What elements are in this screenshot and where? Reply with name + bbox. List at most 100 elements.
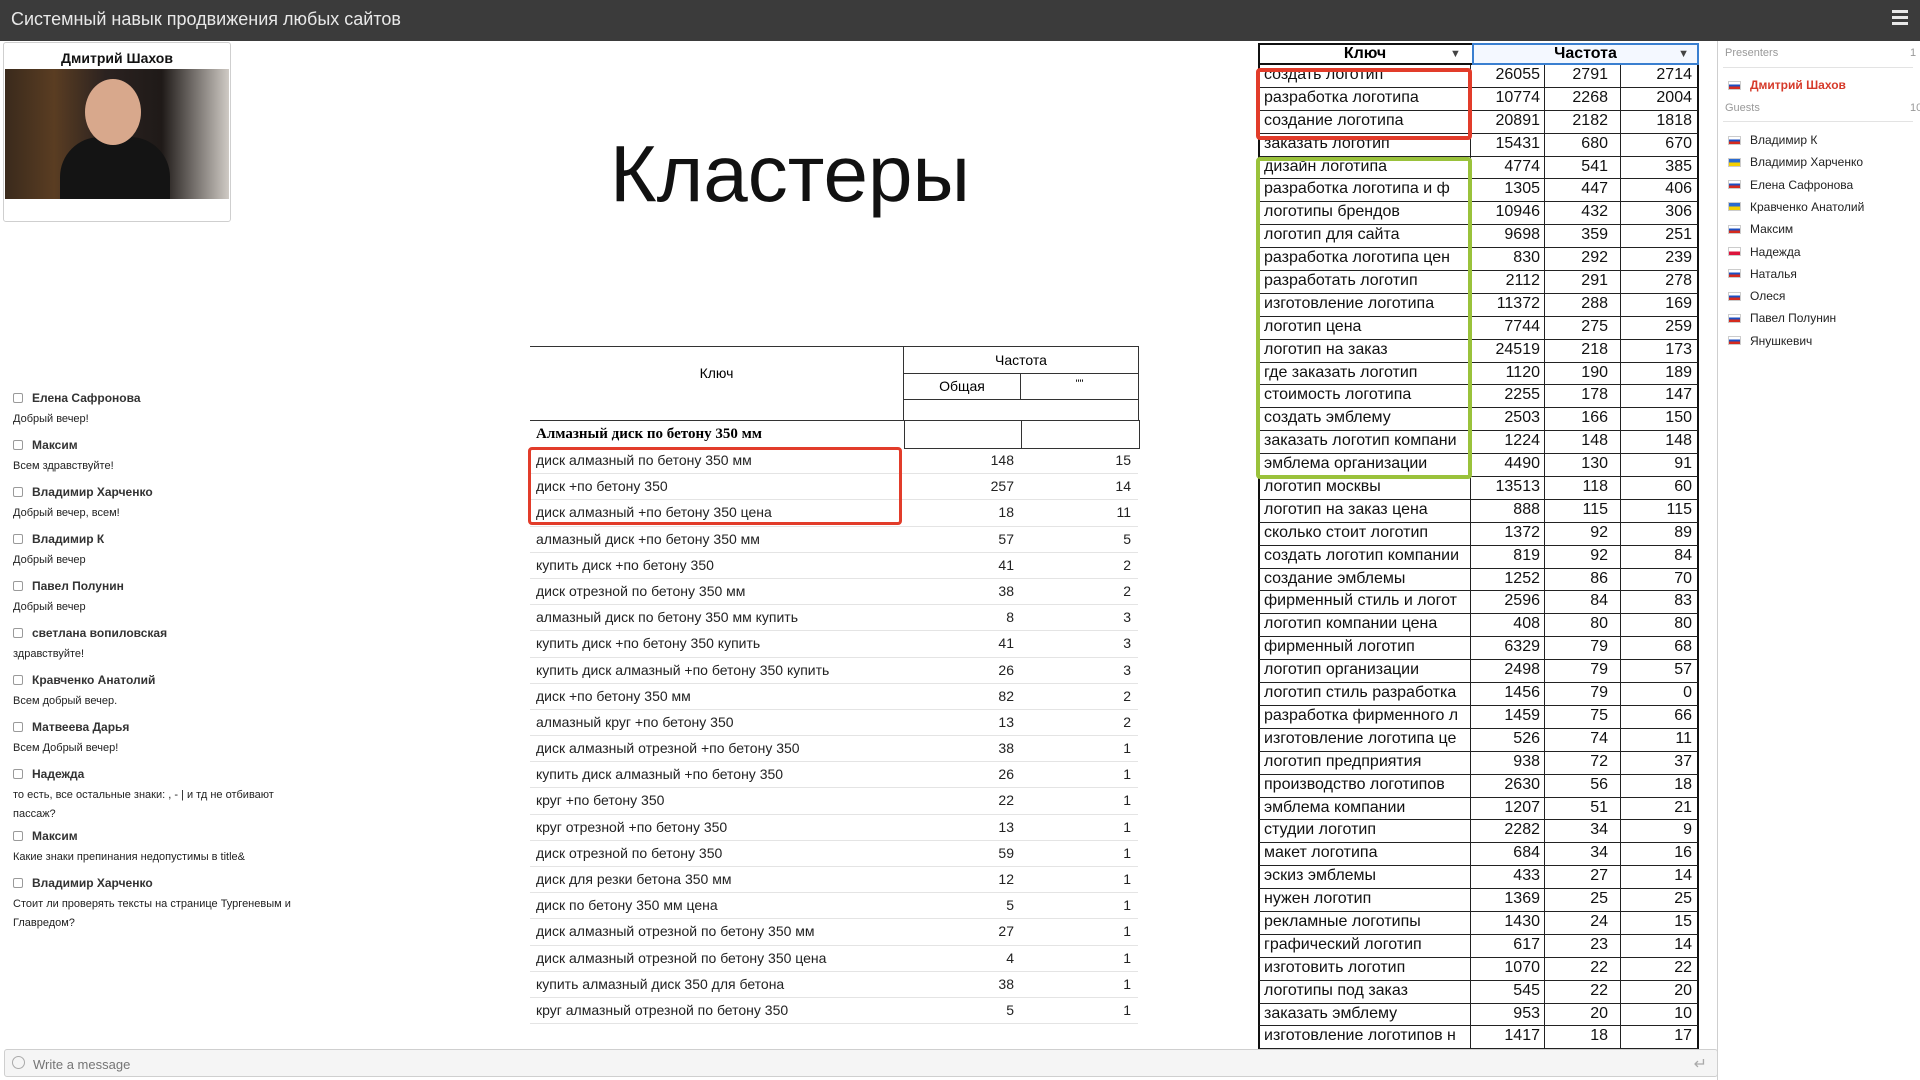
keyword-cell: производство логотипов xyxy=(1264,775,1445,793)
chat-author-name: Елена Сафронова xyxy=(32,391,141,405)
freq-cell: 169 xyxy=(1665,294,1692,312)
chat-author-name: светлана вопиловская xyxy=(32,626,168,640)
table-row: эскиз эмблемы 433 27 14 xyxy=(1258,866,1699,890)
chat-user-icon xyxy=(13,831,23,841)
emoji-icon[interactable] xyxy=(12,1056,25,1069)
cell-border xyxy=(1544,728,1545,751)
exact-freq-cell: 1 xyxy=(1123,740,1131,757)
table-row: рекламные логотипы 1430 24 15 xyxy=(1258,911,1699,935)
freq-cell: 20 xyxy=(1674,981,1692,999)
table-row: фирменный стиль и логот 2596 84 83 xyxy=(1258,591,1699,615)
freq-cell: 74 xyxy=(1590,729,1608,747)
freq-cell: 888 xyxy=(1513,500,1540,518)
table-row: диск для резки бетона 350 мм 12 1 xyxy=(530,867,1138,894)
freq-cell: 23 xyxy=(1590,935,1608,953)
freq-cell: 66 xyxy=(1674,706,1692,724)
table-row: купить алмазный диск 350 для бетона 38 1 xyxy=(530,972,1138,998)
freq-cell: 150 xyxy=(1665,409,1692,427)
total-freq-cell: 4 xyxy=(1006,949,1014,966)
freq-cell: 1372 xyxy=(1504,523,1540,541)
filter-icon[interactable]: ▼ xyxy=(1450,48,1461,60)
freq-cell: 2791 xyxy=(1572,66,1608,83)
total-freq-cell: 38 xyxy=(998,582,1014,599)
participant-item[interactable]: Янушкевич xyxy=(1728,333,1812,349)
freq-cell: 9698 xyxy=(1504,226,1540,244)
send-icon[interactable]: ↵ xyxy=(1694,1054,1707,1074)
exact-freq-cell: 2 xyxy=(1123,556,1131,573)
freq-cell: 57 xyxy=(1674,661,1692,679)
participants-panel: Presenters 1 Guests 10 Дмитрий Шахов Влад… xyxy=(1717,41,1920,1080)
cell-border xyxy=(1544,202,1545,225)
total-freq-cell: 26 xyxy=(998,661,1014,678)
freq-cell: 20 xyxy=(1590,1004,1608,1022)
freq-cell: 2503 xyxy=(1504,409,1540,427)
cell-border xyxy=(1544,797,1545,820)
freq-cell: 2255 xyxy=(1504,386,1540,404)
freq-cell: 68 xyxy=(1674,638,1692,656)
participant-item[interactable]: Елена Сафронова xyxy=(1728,177,1853,193)
participant-item[interactable]: Владимир Харченко xyxy=(1728,154,1863,170)
hamburger-menu-icon[interactable] xyxy=(1892,10,1908,26)
keyword-cell: логотип на заказ цена xyxy=(1264,500,1428,518)
cell-border xyxy=(1544,1003,1545,1026)
presenter-body xyxy=(60,137,170,199)
freq-cell: 70 xyxy=(1674,569,1692,587)
keyword-cell: нужен логотип xyxy=(1264,890,1372,908)
freq-cell: 433 xyxy=(1513,867,1540,885)
freq-cell: 617 xyxy=(1513,935,1540,953)
cell-border xyxy=(1470,728,1471,751)
participant-item[interactable]: Надежда xyxy=(1728,244,1801,260)
cell-border xyxy=(1470,637,1471,660)
participant-name: Владимир Харченко xyxy=(1750,155,1864,170)
cell-border xyxy=(1544,65,1545,87)
chat-author-name: Надежда xyxy=(32,767,85,781)
participant-item[interactable]: Дмитрий Шахов xyxy=(1728,77,1846,93)
message-composer: ↵ xyxy=(4,1049,1718,1077)
freq-cell: 292 xyxy=(1581,249,1608,267)
freq-cell: 1207 xyxy=(1504,798,1540,816)
video-frame xyxy=(5,69,229,199)
keyword-cell: рекламные логотипы xyxy=(1264,912,1421,930)
freq-cell: 288 xyxy=(1581,294,1608,312)
chat-message: Максим Какие знаки препинания недопустимы… xyxy=(13,828,313,867)
participant-item[interactable]: Олеся xyxy=(1728,288,1785,304)
chat-message: Владимир К Добрый вечер xyxy=(13,531,313,570)
freq-cell: 22 xyxy=(1674,958,1692,976)
total-freq-cell: 59 xyxy=(998,844,1014,861)
freq-cell: 190 xyxy=(1581,363,1608,381)
freq-cell: 2596 xyxy=(1504,592,1540,610)
exact-freq-cell: 1 xyxy=(1123,844,1131,861)
participant-item[interactable]: Павел Полунин xyxy=(1728,310,1836,326)
participant-item[interactable]: Кравченко Анатолий xyxy=(1728,199,1864,215)
filter-icon[interactable]: ▼ xyxy=(1678,48,1689,60)
chat-author-name: Павел Полунин xyxy=(32,579,124,593)
freq-cell: 115 xyxy=(1582,500,1608,518)
table-row: алмазный круг +по бетону 350 13 2 xyxy=(530,710,1138,737)
cell-border xyxy=(1470,934,1471,957)
chat-author: Павел Полунин xyxy=(13,578,313,594)
freq-cell: 14 xyxy=(1674,935,1692,953)
freq-cell: 1459 xyxy=(1504,706,1540,724)
keyword-cell: графический логотип xyxy=(1264,935,1422,953)
freq-cell: 173 xyxy=(1665,340,1692,358)
message-input[interactable] xyxy=(31,1053,1635,1075)
participant-item[interactable]: Максим xyxy=(1728,221,1793,237)
freq-cell: 84 xyxy=(1674,546,1692,564)
cell-border xyxy=(1544,568,1545,591)
participant-item[interactable]: Владимир К xyxy=(1728,132,1817,148)
table-row: диск отрезной по бетону 350 мм 38 2 xyxy=(530,579,1138,606)
participant-item[interactable]: Наталья xyxy=(1728,266,1797,282)
participant-name: Олеся xyxy=(1750,289,1786,304)
cell-border xyxy=(1470,477,1471,499)
keyword-cell: круг +по бетону 350 xyxy=(536,792,665,809)
freq-cell: 18 xyxy=(1674,775,1692,793)
chat-author: Владимир Харченко xyxy=(13,484,313,500)
chat-message: Владимир Харченко Добрый вечер, всем! xyxy=(13,484,313,523)
exact-freq-cell: 2 xyxy=(1123,582,1131,599)
keyword-cell: алмазный диск по бетону 350 мм купить xyxy=(536,609,799,626)
keyword-cell: диск алмазный отрезной +по бетону 350 xyxy=(536,740,800,757)
cell-border xyxy=(1470,522,1471,545)
total-freq-cell: 41 xyxy=(998,635,1014,652)
freq-cell: 75 xyxy=(1590,706,1608,724)
chat-message-text: здравствуйте! xyxy=(13,648,85,660)
